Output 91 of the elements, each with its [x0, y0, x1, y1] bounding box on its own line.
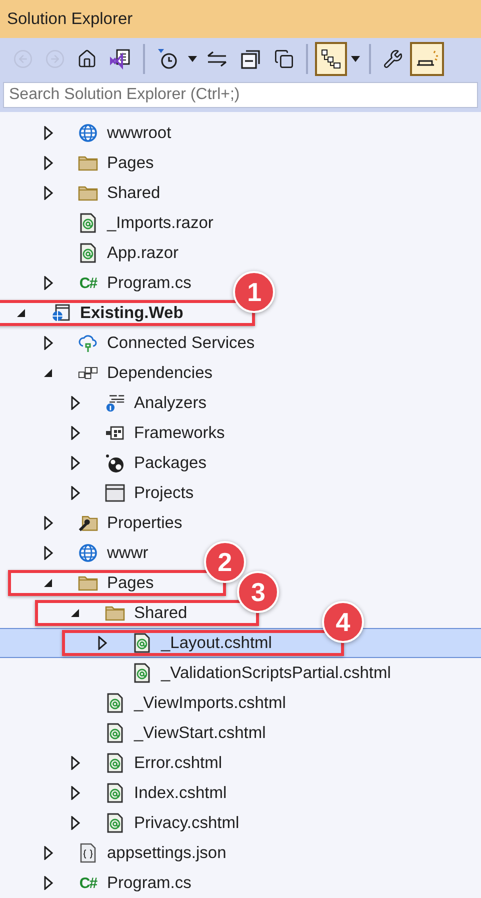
- tree-item[interactable]: Shared: [134, 604, 188, 622]
- collapsed-arrow-icon[interactable]: [70, 396, 80, 410]
- tree-item[interactable]: Privacy.cshtml: [134, 814, 240, 832]
- razor-file-icon: [107, 723, 123, 743]
- collapsed-arrow-icon[interactable]: [44, 276, 52, 290]
- dependencies-icon: [78, 364, 98, 382]
- wrench-icon: [383, 49, 403, 69]
- tree-item[interactable]: Analyzers: [134, 394, 206, 412]
- globe-icon: [78, 123, 98, 143]
- tree-item[interactable]: _ValidationScriptsPartial.cshtml: [161, 664, 391, 682]
- razor-file-icon: [134, 633, 150, 653]
- web-project-icon: [51, 303, 71, 323]
- expanded-arrow-icon[interactable]: [43, 368, 53, 378]
- tree-item[interactable]: _Imports.razor: [107, 214, 214, 232]
- tree-item[interactable]: App.razor: [107, 244, 179, 262]
- tree-item[interactable]: Frameworks: [134, 424, 225, 442]
- tree-item[interactable]: _Layout.cshtml: [161, 634, 272, 652]
- tree-item[interactable]: _ViewImports.cshtml: [134, 694, 286, 712]
- callout-badge: 1: [233, 271, 276, 313]
- razor-file-icon: [107, 693, 123, 713]
- tree-item[interactable]: Shared: [107, 184, 160, 202]
- csharp-file-icon: C#: [79, 274, 97, 292]
- collapse-all-icon: [240, 48, 262, 70]
- collapsed-arrow-icon[interactable]: [70, 456, 80, 470]
- solution-icon: [109, 48, 131, 70]
- razor-file-icon: [107, 753, 123, 773]
- callout-badge: 4: [322, 601, 364, 643]
- frameworks-icon: [105, 425, 125, 441]
- search-field[interactable]: Search Solution Explorer (Ctrl+;): [3, 82, 478, 108]
- collapsed-arrow-icon[interactable]: [98, 636, 106, 650]
- copies-icon: [274, 49, 294, 69]
- csharp-file-icon: C#: [79, 874, 97, 892]
- razor-file-icon: [107, 783, 123, 803]
- tree-item[interactable]: Error.cshtml: [134, 754, 222, 772]
- collapsed-arrow-icon[interactable]: [44, 336, 52, 350]
- folder-icon: [78, 575, 98, 591]
- tree-item[interactable]: Connected Services: [107, 334, 255, 352]
- tree-item[interactable]: Program.cs: [107, 274, 192, 292]
- home-icon: [77, 49, 97, 69]
- tree-item[interactable]: Pages: [107, 574, 154, 592]
- tree-item[interactable]: wwwroot: [107, 124, 172, 142]
- collapsed-arrow-icon[interactable]: [70, 786, 80, 800]
- wrench-folder-icon: [78, 513, 98, 533]
- expanded-arrow-icon[interactable]: [16, 308, 26, 318]
- collapsed-arrow-icon[interactable]: [44, 126, 52, 140]
- tree-item[interactable]: _ViewStart.cshtml: [134, 724, 266, 742]
- collapsed-arrow-icon[interactable]: [70, 426, 80, 440]
- cloud-plug-icon: [78, 333, 98, 353]
- collapsed-arrow-icon[interactable]: [44, 846, 52, 860]
- collapsed-arrow-icon[interactable]: [44, 546, 52, 560]
- tree-item[interactable]: wwwr: [107, 544, 148, 562]
- collapsed-arrow-icon[interactable]: [44, 516, 52, 530]
- tree-view-icon: [320, 48, 342, 70]
- collapsed-arrow-icon[interactable]: [44, 156, 52, 170]
- folder-icon: [78, 155, 98, 171]
- window-title: Solution Explorer: [0, 0, 481, 38]
- tree-item[interactable]: Properties: [107, 514, 182, 532]
- expanded-arrow-icon[interactable]: [70, 608, 80, 618]
- collapsed-arrow-icon[interactable]: [44, 186, 52, 200]
- razor-file-icon: [107, 813, 123, 833]
- sync-icon: [206, 50, 228, 68]
- tree-item[interactable]: Program.cs: [107, 874, 192, 892]
- expanded-arrow-icon[interactable]: [43, 578, 53, 588]
- tree-item[interactable]: Pages: [107, 154, 154, 172]
- packages-icon: [105, 453, 125, 473]
- collapsed-arrow-icon[interactable]: [44, 876, 52, 890]
- tree-button[interactable]: [315, 42, 347, 76]
- folder-icon: [105, 605, 125, 621]
- collapsed-arrow-icon[interactable]: [70, 486, 80, 500]
- collapsed-arrow-icon[interactable]: [70, 816, 80, 830]
- folder-icon: [78, 185, 98, 201]
- dropdown-caret-icon[interactable]: [351, 56, 360, 62]
- tree-item[interactable]: Projects: [134, 484, 194, 502]
- callout-badge: 3: [237, 571, 280, 613]
- razor-file-icon: [80, 213, 96, 233]
- callout-badge: 2: [204, 541, 246, 583]
- dropdown-caret-icon[interactable]: [188, 56, 197, 62]
- razor-file-icon: [134, 663, 150, 683]
- tree-item[interactable]: appsettings.json: [107, 844, 226, 862]
- analyzers-icon: [105, 393, 125, 413]
- history-icon: [157, 48, 179, 70]
- tree-item[interactable]: Dependencies: [107, 364, 212, 382]
- tree-item[interactable]: Existing.Web: [80, 304, 184, 322]
- preview-button[interactable]: [410, 42, 444, 76]
- collapsed-arrow-icon[interactable]: [70, 756, 80, 770]
- tree-item[interactable]: Packages: [134, 454, 206, 472]
- tree-item[interactable]: Index.cshtml: [134, 784, 227, 802]
- globe-icon: [78, 543, 98, 563]
- json-file-icon: [80, 843, 96, 863]
- razor-file-icon: [80, 243, 96, 263]
- projects-icon: [105, 484, 125, 502]
